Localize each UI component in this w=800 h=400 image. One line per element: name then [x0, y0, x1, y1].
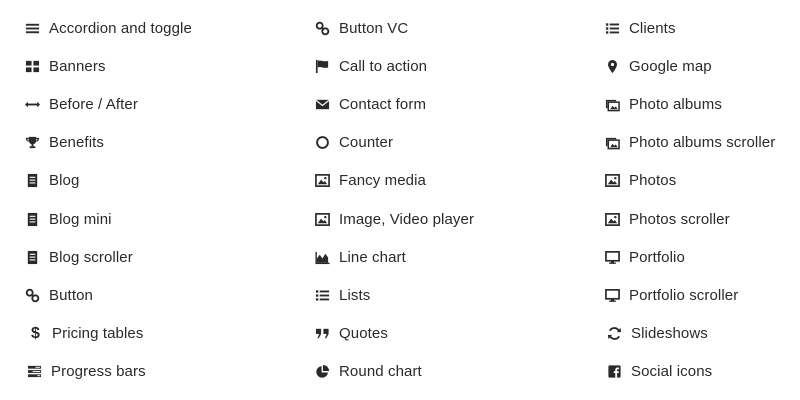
- element-item-google-map[interactable]: Google map: [604, 47, 775, 85]
- element-item-portfolio-scroller[interactable]: Portfolio scroller: [604, 276, 775, 314]
- document-icon: [24, 249, 41, 266]
- item-label: Social icons: [631, 363, 713, 381]
- item-label: Portfolio scroller: [629, 286, 739, 304]
- item-label: Fancy media: [339, 172, 426, 190]
- item-label: Image, Video player: [339, 210, 475, 228]
- element-item-contact-form[interactable]: Contact form: [314, 85, 474, 123]
- element-list-column-1: Accordion and toggle Banners Before / Af…: [24, 9, 192, 391]
- element-list-column-2: Button VC Call to action Contact form Co…: [314, 9, 474, 391]
- map-marker-icon: [604, 58, 621, 75]
- item-label: Pricing tables: [52, 325, 144, 343]
- arrows-horizontal-icon: [24, 96, 41, 113]
- element-item-accordion-and-toggle[interactable]: Accordion and toggle: [24, 9, 192, 47]
- list-icon: [314, 287, 331, 304]
- monitor-icon: [604, 249, 621, 266]
- document-icon: [24, 211, 41, 228]
- item-label: Blog: [49, 172, 80, 190]
- item-label: Contact form: [339, 95, 427, 113]
- bars-icon: [24, 20, 41, 37]
- element-item-button[interactable]: Button: [24, 276, 192, 314]
- item-label: Button VC: [339, 19, 409, 37]
- element-item-portfolio[interactable]: Portfolio: [604, 238, 775, 276]
- item-label: Photos: [629, 172, 677, 190]
- refresh-icon: [606, 325, 623, 342]
- envelope-icon: [314, 96, 331, 113]
- element-item-blog-mini[interactable]: Blog mini: [24, 200, 192, 238]
- dollar-icon: $: [31, 324, 40, 342]
- element-item-photos[interactable]: Photos: [604, 162, 775, 200]
- list-icon: [604, 20, 621, 37]
- item-label: Blog mini: [49, 210, 112, 228]
- item-label: Before / After: [49, 95, 138, 113]
- element-item-clients[interactable]: Clients: [604, 9, 775, 47]
- item-label: Benefits: [49, 134, 104, 152]
- pie-chart-icon: [314, 363, 331, 380]
- link-icon: [24, 287, 41, 304]
- element-item-social-icons[interactable]: Social icons: [604, 353, 775, 391]
- element-item-banners[interactable]: Banners: [24, 47, 192, 85]
- element-item-call-to-action[interactable]: Call to action: [314, 47, 474, 85]
- item-label: Photo albums: [629, 95, 722, 113]
- element-item-pricing-tables[interactable]: $ Pricing tables: [24, 315, 192, 353]
- element-item-benefits[interactable]: Benefits: [24, 124, 192, 162]
- element-item-photo-albums[interactable]: Photo albums: [604, 85, 775, 123]
- image-icon: [604, 211, 621, 228]
- item-label: Button: [49, 286, 93, 304]
- item-label: Slideshows: [631, 325, 708, 343]
- element-item-blog[interactable]: Blog: [24, 162, 192, 200]
- grid-icon: [24, 58, 41, 75]
- item-label: Progress bars: [51, 363, 146, 381]
- element-item-lists[interactable]: Lists: [314, 276, 474, 314]
- monitor-icon: [604, 287, 621, 304]
- item-label: Blog scroller: [49, 248, 133, 266]
- element-item-button-vc[interactable]: Button VC: [314, 9, 474, 47]
- link-icon: [314, 20, 331, 37]
- item-label: Clients: [629, 19, 676, 37]
- element-item-photo-albums-scroller[interactable]: Photo albums scroller: [604, 124, 775, 162]
- element-list-column-3: Clients Google map Photo albums Photo al…: [604, 9, 775, 391]
- flag-icon: [314, 58, 331, 75]
- circle-icon: [314, 134, 331, 151]
- facebook-icon: [606, 363, 623, 380]
- area-chart-icon: [314, 249, 331, 266]
- item-label: Google map: [629, 57, 712, 75]
- item-label: Quotes: [339, 325, 388, 343]
- document-icon: [24, 172, 41, 189]
- element-item-blog-scroller[interactable]: Blog scroller: [24, 238, 192, 276]
- item-label: Portfolio: [629, 248, 685, 266]
- image-icon: [314, 172, 331, 189]
- item-label: Line chart: [339, 248, 406, 266]
- item-label: Photo albums scroller: [629, 134, 776, 152]
- item-label: Round chart: [339, 363, 422, 381]
- element-item-round-chart[interactable]: Round chart: [314, 353, 474, 391]
- quote-icon: [314, 325, 331, 342]
- image-icon: [314, 211, 331, 228]
- trophy-icon: [24, 134, 41, 151]
- element-item-counter[interactable]: Counter: [314, 124, 474, 162]
- element-item-image-video-player[interactable]: Image, Video player: [314, 200, 474, 238]
- item-label: Accordion and toggle: [49, 19, 192, 37]
- item-label: Call to action: [339, 57, 428, 75]
- item-label: Banners: [49, 57, 106, 75]
- item-label: Counter: [339, 134, 394, 152]
- element-item-quotes[interactable]: Quotes: [314, 315, 474, 353]
- element-item-photos-scroller[interactable]: Photos scroller: [604, 200, 775, 238]
- item-label: Lists: [339, 286, 371, 304]
- element-item-slideshows[interactable]: Slideshows: [604, 315, 775, 353]
- tasks-icon: [26, 363, 43, 380]
- element-item-before-after[interactable]: Before / After: [24, 85, 192, 123]
- photo-album-icon: [604, 134, 621, 151]
- element-item-fancy-media[interactable]: Fancy media: [314, 162, 474, 200]
- element-item-progress-bars[interactable]: Progress bars: [24, 353, 192, 391]
- element-item-line-chart[interactable]: Line chart: [314, 238, 474, 276]
- photo-album-icon: [604, 96, 621, 113]
- item-label: Photos scroller: [629, 210, 730, 228]
- image-icon: [604, 172, 621, 189]
